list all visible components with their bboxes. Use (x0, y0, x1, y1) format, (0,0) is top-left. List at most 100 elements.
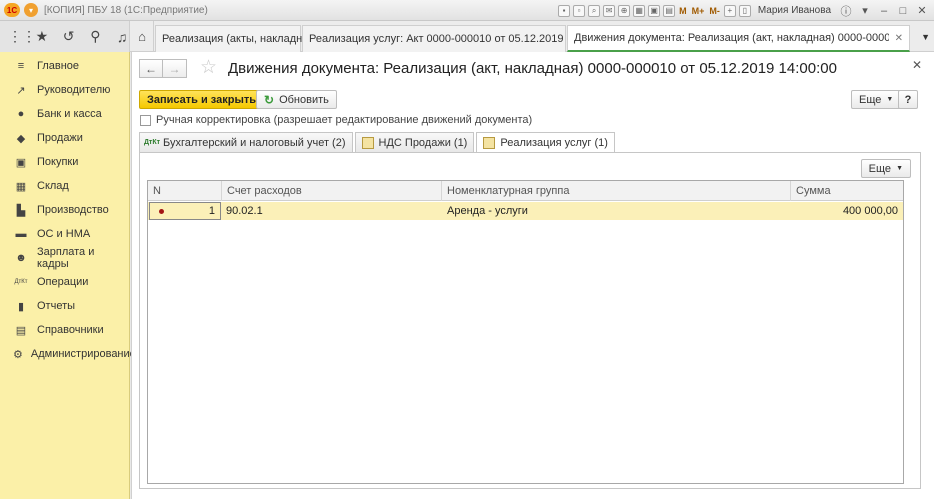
chevron-down-icon: ▼ (896, 165, 903, 172)
spreadsheet-icon[interactable]: ▦ (633, 4, 646, 17)
dt-kt-icon: ДтКт (14, 279, 28, 285)
window-titlebar: 1С ▾ [КОПИЯ] ПБУ 18 (1С:Предприятие) ▪ ▫… (0, 0, 934, 21)
sidebar-item-manager[interactable]: ↗ Руководителю (0, 78, 129, 102)
calendar-icon[interactable]: ▣ (648, 4, 661, 17)
tab-accounting[interactable]: ДтКт Бухгалтерский и налоговый учет (2) (139, 132, 353, 152)
sections-grid-icon[interactable]: ⋮⋮ (8, 28, 36, 45)
table-more-button[interactable]: Еще ▼ (860, 159, 911, 178)
more-label: Еще (868, 162, 892, 175)
bell-icon[interactable]: ♫ (115, 29, 129, 45)
cell-account: 90.02.1 (226, 205, 263, 217)
books-icon: ▤ (15, 324, 27, 337)
search-icon[interactable]: ⚲ (89, 28, 103, 45)
preview-icon[interactable]: ⌕ (588, 4, 601, 17)
sidebar-item-label: Производство (37, 204, 109, 216)
row-status-dot-icon (159, 208, 164, 214)
mail-icon[interactable]: ✉ (603, 4, 616, 17)
gear-icon: ⚙ (13, 348, 23, 361)
sidebar-item-payroll[interactable]: ☻ Зарплата и кадры (0, 246, 129, 270)
sidebar-item-label: ОС и НМА (37, 228, 91, 240)
favorites-star-icon[interactable]: ★ (35, 28, 49, 45)
tab-label: Реализация услуг (1) (500, 137, 608, 149)
sidebar-item-label: Продажи (37, 132, 83, 144)
maximize-icon[interactable]: □ (895, 5, 911, 17)
info-icon[interactable]: ⓘ (838, 3, 854, 19)
sidebar-item-label: Банк и касса (37, 108, 102, 120)
sidebar-item-label: Справочники (37, 324, 104, 336)
tabs-list-chevron-down-icon[interactable]: ▼ (921, 21, 930, 52)
bar-chart-icon: ▮ (17, 300, 25, 313)
save-icon[interactable]: ▪ (558, 4, 571, 17)
history-icon[interactable]: ↺ (62, 28, 76, 45)
sidebar-item-bank[interactable]: ● Банк и касса (0, 102, 129, 126)
sidebar-item-label: Руководителю (37, 84, 111, 96)
settings-menu-icon[interactable]: ▾ (857, 4, 873, 17)
column-header-n[interactable]: N (148, 181, 222, 201)
link-icon[interactable]: ⊕ (618, 4, 631, 17)
memory-m-button[interactable]: M (679, 6, 687, 16)
trend-icon: ↗ (16, 84, 26, 97)
sidebar-item-label: Покупки (37, 156, 79, 168)
calculator-icon[interactable]: ▤ (663, 4, 676, 17)
close-window-icon[interactable]: ✕ (914, 4, 930, 17)
sidebar-item-reports[interactable]: ▮ Отчеты (0, 294, 129, 318)
sidebar-item-purchases[interactable]: ▣ Покупки (0, 150, 129, 174)
sidebar-item-administration[interactable]: ⚙ Администрирование (0, 342, 136, 366)
favorite-star-icon[interactable]: ☆ (200, 56, 217, 79)
zoom-icon[interactable]: + (723, 4, 736, 17)
sidebar-item-references[interactable]: ▤ Справочники (0, 318, 129, 342)
sidebar-item-operations[interactable]: ДтКт Операции (0, 270, 129, 294)
tab-realization-act[interactable]: Реализация услуг: Акт 0000-000010 от 05.… (302, 25, 624, 52)
cell-n: 1 (149, 202, 221, 220)
tab-services-sales[interactable]: Реализация услуг (1) (476, 132, 615, 153)
tab-realization-list[interactable]: Реализация (акты, накладные) ✕ (155, 25, 334, 52)
help-button[interactable]: ? (898, 90, 918, 109)
truck-icon: ▬ (15, 228, 27, 240)
sidebar-item-sales[interactable]: ◆ Продажи (0, 126, 129, 150)
close-form-icon[interactable]: ✕ (912, 58, 922, 72)
refresh-button[interactable]: ↻ Обновить (256, 90, 337, 109)
panels-icon[interactable]: ▯ (738, 4, 751, 17)
factory-icon: ▙ (16, 204, 26, 217)
cart-icon: ▣ (15, 156, 27, 169)
manual-edit-checkbox[interactable] (140, 114, 151, 126)
page-title: Движения документа: Реализация (акт, нак… (228, 60, 837, 77)
sidebar-item-production[interactable]: ▙ Производство (0, 198, 129, 222)
column-header-group[interactable]: Номенклатурная группа (442, 181, 791, 201)
back-arrow-icon[interactable]: ← (139, 59, 163, 78)
forward-arrow-icon[interactable]: → (163, 59, 187, 78)
column-header-amount[interactable]: Сумма (791, 181, 903, 201)
warehouse-icon: ▦ (15, 180, 27, 193)
main-menu-icon[interactable]: ▾ (24, 3, 38, 17)
column-header-account[interactable]: Счет расходов (222, 181, 442, 201)
tab-label: Движения документа: Реализация (акт, нак… (574, 32, 889, 44)
minimize-icon[interactable]: – (876, 5, 892, 17)
memory-plus-button[interactable]: M+ (692, 6, 705, 16)
sidebar-item-main[interactable]: ≡ Главное (0, 54, 129, 78)
print-icon[interactable]: ▫ (573, 4, 586, 17)
manual-edit-label: Ручная корректировка (разрешает редактир… (156, 114, 533, 126)
sidebar-item-fixed-assets[interactable]: ▬ ОС и НМА (0, 222, 129, 246)
home-icon[interactable]: ⌂ (131, 21, 154, 52)
sidebar-item-label: Склад (37, 180, 69, 192)
window-title: [КОПИЯ] ПБУ 18 (1С:Предприятие) (44, 4, 208, 16)
tab-document-movements[interactable]: Движения документа: Реализация (акт, нак… (567, 25, 910, 52)
register-icon (483, 137, 496, 149)
table-row[interactable]: 1 90.02.1 Аренда - услуги 400 000,00 (148, 202, 903, 220)
save-and-close-button[interactable]: Записать и закрыть (139, 90, 265, 109)
tab-label: Бухгалтерский и налоговый учет (2) (163, 136, 346, 149)
close-icon[interactable]: ✕ (889, 33, 903, 44)
sidebar-item-warehouse[interactable]: ▦ Склад (0, 174, 129, 198)
manual-edit-option[interactable]: Ручная корректировка (разрешает редактир… (140, 114, 532, 126)
sidebar-item-label: Главное (37, 60, 80, 72)
memory-minus-button[interactable]: M- (709, 6, 720, 16)
user-name[interactable]: Мария Иванова (758, 5, 831, 16)
refresh-label: Обновить (279, 93, 329, 106)
tab-vat-sales[interactable]: НДС Продажи (1) (354, 132, 475, 152)
tab-label: НДС Продажи (1) (378, 136, 468, 149)
movements-table[interactable]: N Счет расходов Номенклатурная группа Су… (147, 180, 904, 484)
menu-lines-icon: ≡ (17, 60, 25, 72)
register-tabs: ДтКт Бухгалтерский и налоговый учет (2) … (139, 132, 617, 153)
more-button[interactable]: Еще ▼ (851, 90, 902, 109)
person-icon: ☻ (15, 252, 27, 264)
